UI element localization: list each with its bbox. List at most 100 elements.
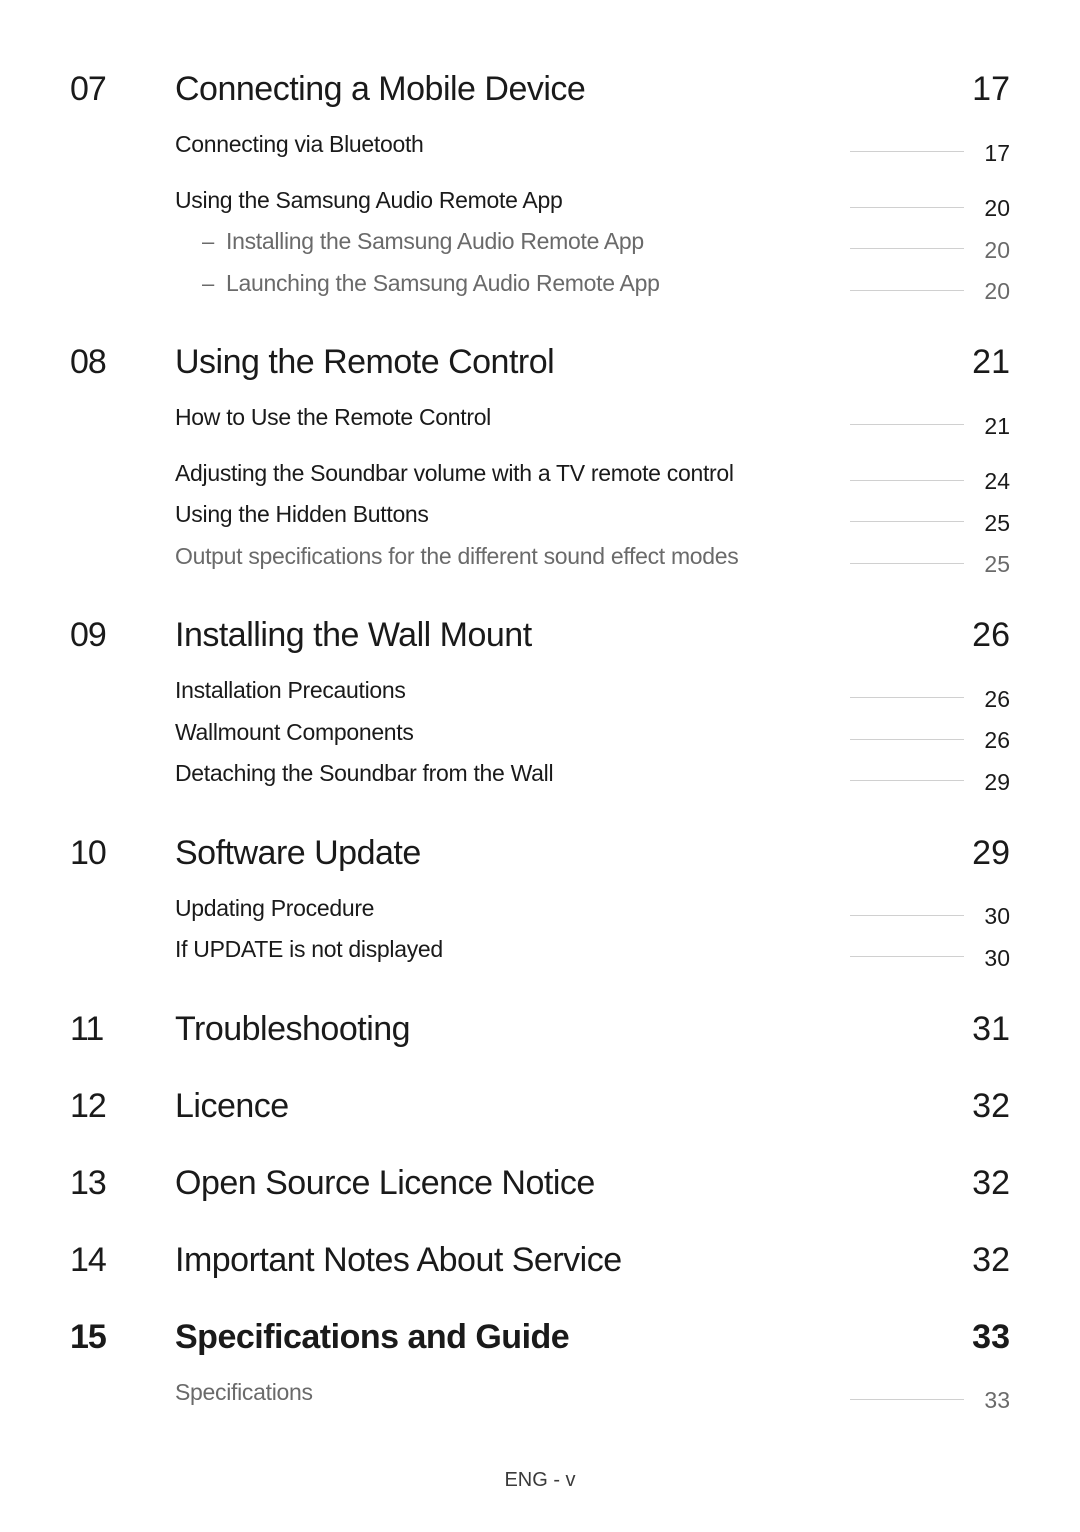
toc-entry[interactable]: –Installing the Samsung Audio Remote App… (70, 228, 1010, 264)
toc-entry[interactable]: Adjusting the Soundbar volume with a TV … (70, 460, 1010, 496)
toc-entry-page: 20 (974, 278, 1010, 305)
toc-leader: 21 (840, 413, 1010, 440)
toc-section-title: Installing the Wall Mount (175, 616, 950, 655)
toc-section: 14Important Notes About Service32 (70, 1241, 1010, 1280)
toc-section-number: 10 (70, 834, 175, 873)
toc-section-title: Software Update (175, 834, 950, 873)
toc-container: 07Connecting a Mobile Device17Connecting… (70, 70, 1010, 1414)
toc-entry[interactable]: Connecting via Bluetooth 17 (70, 131, 1010, 167)
toc-leader: 30 (840, 945, 1010, 972)
leader-line (850, 955, 964, 957)
toc-entry-page: 20 (974, 237, 1010, 264)
toc-entry-title: Adjusting the Soundbar volume with a TV … (175, 460, 734, 487)
toc-section-header[interactable]: 10Software Update29 (70, 834, 1010, 873)
toc-section-title: Using the Remote Control (175, 343, 950, 382)
toc-entry-title: How to Use the Remote Control (175, 404, 491, 431)
toc-section-header[interactable]: 14Important Notes About Service32 (70, 1241, 1010, 1280)
toc-leader: 26 (840, 727, 1010, 754)
leader-line (850, 479, 964, 481)
toc-entry[interactable]: –Launching the Samsung Audio Remote App 2… (70, 270, 1010, 306)
leader-line (850, 520, 964, 522)
toc-entry-title: Installation Precautions (175, 677, 406, 704)
toc-entry-page: 24 (974, 468, 1010, 495)
leader-line (850, 289, 964, 291)
toc-section-header[interactable]: 13Open Source Licence Notice32 (70, 1164, 1010, 1203)
toc-entry[interactable]: Using the Hidden Buttons 25 (70, 501, 1010, 537)
toc-entry-title: Using the Hidden Buttons (175, 501, 429, 528)
toc-section: 10Software Update29 Updating Procedure30 I… (70, 834, 1010, 972)
toc-entry[interactable]: Specifications33 (70, 1379, 1010, 1415)
toc-section-number: 07 (70, 70, 175, 109)
toc-entry[interactable]: Detaching the Soundbar from the Wall 29 (70, 760, 1010, 796)
toc-entry-page: 20 (974, 195, 1010, 222)
toc-entry[interactable]: Wallmount Components 26 (70, 719, 1010, 755)
leader-line (850, 206, 964, 208)
toc-section-page: 32 (950, 1241, 1010, 1280)
toc-entry-page: 30 (974, 903, 1010, 930)
toc-section-number: 15 (70, 1318, 175, 1357)
leader-line (850, 738, 964, 740)
toc-section: 07Connecting a Mobile Device17Connecting… (70, 70, 1010, 305)
toc-entry-page: 29 (974, 769, 1010, 796)
toc-entry-page: 17 (974, 140, 1010, 167)
leader-line (850, 914, 964, 916)
toc-entry-page: 30 (974, 945, 1010, 972)
toc-entry[interactable]: Updating Procedure30 (70, 895, 1010, 931)
toc-leader: 29 (840, 769, 1010, 796)
toc-entry-title: Launching the Samsung Audio Remote App (226, 270, 660, 297)
toc-section-page: 32 (950, 1087, 1010, 1126)
toc-leader: 24 (840, 468, 1010, 495)
toc-leader: 26 (840, 686, 1010, 713)
toc-leader: 20 (840, 195, 1010, 222)
toc-section-title: Connecting a Mobile Device (175, 70, 950, 109)
toc-entry-title: Installing the Samsung Audio Remote App (226, 228, 644, 255)
toc-section-page: 21 (950, 343, 1010, 382)
leader-line (850, 150, 964, 152)
toc-entry-page: 21 (974, 413, 1010, 440)
dash-icon: – (202, 229, 226, 255)
toc-leader: 20 (840, 237, 1010, 264)
toc-entry[interactable]: If UPDATE is not displayed30 (70, 936, 1010, 972)
dash-icon: – (202, 271, 226, 297)
toc-section-page: 26 (950, 616, 1010, 655)
toc-section-title: Open Source Licence Notice (175, 1164, 950, 1203)
toc-entry-title: Output specifications for the different … (175, 543, 739, 570)
toc-section-page: 29 (950, 834, 1010, 873)
toc-section: 11Troubleshooting31 (70, 1010, 1010, 1049)
toc-entry[interactable]: Output specifications for the different … (70, 543, 1010, 579)
toc-section-number: 11 (70, 1010, 175, 1049)
toc-section-title: Important Notes About Service (175, 1241, 950, 1280)
toc-section-number: 12 (70, 1087, 175, 1126)
toc-entry-title: Using the Samsung Audio Remote App (175, 187, 562, 214)
toc-section-header[interactable]: 08Using the Remote Control21 (70, 343, 1010, 382)
toc-section-number: 08 (70, 343, 175, 382)
leader-line (850, 247, 964, 249)
toc-entry-page: 33 (974, 1387, 1010, 1414)
toc-section-page: 33 (950, 1318, 1010, 1357)
toc-section: 12Licence32 (70, 1087, 1010, 1126)
toc-entry-page: 25 (974, 510, 1010, 537)
toc-leader: 17 (840, 140, 1010, 167)
leader-line (850, 1398, 964, 1400)
toc-section-header[interactable]: 15Specifications and Guide33 (70, 1318, 1010, 1357)
toc-leader: 33 (840, 1387, 1010, 1414)
toc-entry[interactable]: How to Use the Remote Control 21 (70, 404, 1010, 440)
toc-section: 08Using the Remote Control21How to Use t… (70, 343, 1010, 578)
toc-section-header[interactable]: 07Connecting a Mobile Device17 (70, 70, 1010, 109)
toc-entry-title: Wallmount Components (175, 719, 414, 746)
toc-section-number: 13 (70, 1164, 175, 1203)
toc-section-number: 14 (70, 1241, 175, 1280)
toc-section-header[interactable]: 12Licence32 (70, 1087, 1010, 1126)
toc-leader: 30 (840, 903, 1010, 930)
toc-entry-title: Connecting via Bluetooth (175, 131, 424, 158)
toc-section-page: 31 (950, 1010, 1010, 1049)
toc-entry[interactable]: Using the Samsung Audio Remote App 20 (70, 187, 1010, 223)
toc-entry-title: Detaching the Soundbar from the Wall (175, 760, 553, 787)
toc-section-title: Licence (175, 1087, 950, 1126)
toc-entry[interactable]: Installation Precautions 26 (70, 677, 1010, 713)
leader-line (850, 696, 964, 698)
toc-section: 09Installing the Wall Mount26 Installatio… (70, 616, 1010, 796)
toc-section-header[interactable]: 09Installing the Wall Mount26 (70, 616, 1010, 655)
toc-group-gap (70, 173, 1010, 187)
toc-section-header[interactable]: 11Troubleshooting31 (70, 1010, 1010, 1049)
